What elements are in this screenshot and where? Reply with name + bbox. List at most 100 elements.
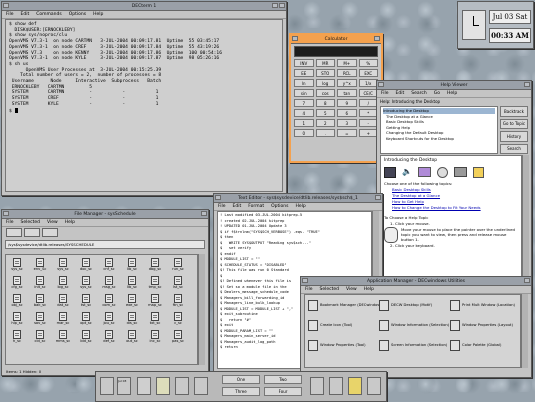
app-item[interactable]: Screen Information (Selection) xyxy=(379,339,447,351)
calculator-key[interactable]: % xyxy=(358,59,378,67)
application-manager-window[interactable]: Application Manager - DECwindows Utiliti… xyxy=(300,276,532,378)
menu-selected[interactable]: Selected xyxy=(320,287,340,292)
file-item[interactable]: c_sc xyxy=(170,312,186,327)
menu-help[interactable]: Help xyxy=(447,91,457,96)
menu-edit[interactable]: Edit xyxy=(396,91,405,96)
app-manager-titlebar[interactable]: Application Manager - DECwindows Utiliti… xyxy=(301,277,531,286)
topic-tree[interactable]: Introducing the Desktop The Desktop at a… xyxy=(380,106,498,154)
folder-icon[interactable] xyxy=(24,228,40,237)
calculator-key[interactable]: 5 xyxy=(315,109,335,117)
panel-help-icon[interactable] xyxy=(348,377,362,395)
calculator-titlebar[interactable]: Calculator xyxy=(291,35,381,44)
panel-palette-icon[interactable] xyxy=(156,377,170,395)
file-item[interactable]: cld_sc xyxy=(32,330,48,345)
menu-edit[interactable]: Edit xyxy=(21,12,30,17)
minimize-button[interactable] xyxy=(374,36,380,41)
menu-commands[interactable]: Commands xyxy=(36,12,61,17)
panel-trash-icon[interactable] xyxy=(367,377,381,395)
app-grid-scrollbar[interactable] xyxy=(521,294,528,368)
calculator-key[interactable]: y^x xyxy=(337,79,357,87)
menu-help[interactable]: Help xyxy=(65,220,75,225)
menu-search[interactable]: Search xyxy=(411,91,426,96)
file-item[interactable]: cnf_sc xyxy=(101,258,117,273)
calculator-key[interactable]: RCL xyxy=(337,69,357,77)
panel-app-manager-icon[interactable] xyxy=(329,377,343,395)
calculator-key[interactable]: 6 xyxy=(337,109,357,117)
calculator-key[interactable]: 3 xyxy=(337,119,357,127)
calculator-key[interactable]: . xyxy=(315,129,335,137)
menu-format[interactable]: Format xyxy=(248,204,264,209)
file-item[interactable]: bak_sc xyxy=(32,294,48,309)
window-menu-button[interactable] xyxy=(302,278,308,283)
calculator-window[interactable]: Calculator INV MR M+% EE STO RCL EXC ln log y^x 1/… xyxy=(289,33,383,163)
calculator-key[interactable]: 7 xyxy=(294,99,314,107)
file-item[interactable]: sys_sc xyxy=(78,276,94,291)
backtrack-button[interactable]: Backtrack xyxy=(500,106,528,117)
calculator-key[interactable]: = xyxy=(337,129,357,137)
file-item[interactable]: doc_sc xyxy=(78,258,94,273)
app-item[interactable]: Bookmark Manager (DECwindows) xyxy=(308,299,384,311)
folder-icon[interactable] xyxy=(42,228,58,237)
file-item[interactable]: tmp_sc xyxy=(147,276,163,291)
menu-help[interactable]: Help xyxy=(93,12,103,17)
file-item[interactable]: sys_sc xyxy=(9,258,25,273)
menu-help[interactable]: Help xyxy=(364,287,374,292)
file-item[interactable]: jou_sc xyxy=(101,312,117,327)
maximize-button[interactable] xyxy=(279,3,285,8)
file-item[interactable]: opt_sc xyxy=(78,312,94,327)
file-item[interactable]: mar_sc xyxy=(55,312,71,327)
file-manager-titlebar[interactable]: File Manager - sysSchedule xyxy=(2,210,208,219)
go-to-topic-button[interactable]: Go to Topic xyxy=(500,118,528,129)
file-item[interactable]: lib_sc xyxy=(124,258,140,273)
file-item[interactable]: init_sc xyxy=(32,276,48,291)
file-item[interactable]: map_sc xyxy=(147,294,163,309)
file-item[interactable]: inc_sc xyxy=(147,330,163,345)
calculator-key[interactable]: EXC xyxy=(358,69,378,77)
file-item[interactable]: tst_sc xyxy=(78,294,94,309)
file-item[interactable]: cfg_sc xyxy=(9,276,25,291)
panel-calendar-icon[interactable]: Jul 03 xyxy=(117,377,131,395)
calculator-key[interactable]: STO xyxy=(315,69,335,77)
calculator-key[interactable]: 1 xyxy=(294,119,314,127)
menu-edit[interactable]: Edit xyxy=(233,204,242,209)
file-item[interactable]: log_sc xyxy=(55,276,71,291)
calculator-key[interactable]: sin xyxy=(294,89,314,97)
window-menu-button[interactable] xyxy=(3,211,9,216)
app-item[interactable]: Create Icon (Tool) xyxy=(308,319,376,331)
menu-view[interactable]: View xyxy=(346,287,357,292)
calculator-key[interactable]: cos xyxy=(315,89,335,97)
file-item[interactable]: dbg_sc xyxy=(147,258,163,273)
calculator-key[interactable]: MR xyxy=(315,59,335,67)
calculator-key[interactable]: 4 xyxy=(294,109,314,117)
file-item[interactable]: run_sc xyxy=(170,258,186,273)
search-button[interactable]: Search xyxy=(500,143,528,154)
panel-text-editor-icon[interactable] xyxy=(310,377,324,395)
file-item[interactable]: obj_sc xyxy=(9,294,25,309)
window-menu-button[interactable] xyxy=(378,82,384,87)
help-titlebar[interactable]: Help Viewer xyxy=(377,81,531,90)
maximize-button[interactable] xyxy=(375,195,381,200)
workspace-four-button[interactable]: Four xyxy=(264,387,302,396)
terminal-output[interactable]: $ show def DISK$USER:[ERNOCKLEBY] $ show … xyxy=(5,19,283,192)
file-item[interactable]: h_sc xyxy=(9,330,25,345)
calculator-key[interactable]: M+ xyxy=(337,59,357,67)
menu-file[interactable]: File xyxy=(218,204,226,209)
menu-options[interactable]: Options xyxy=(69,12,86,17)
help-viewer-window[interactable]: Help Viewer File Edit Search Go Help Hel… xyxy=(376,80,532,298)
calculator-key[interactable]: ln xyxy=(294,79,314,87)
file-item[interactable]: hlp_sc xyxy=(9,312,25,327)
calculator-key[interactable]: 0 xyxy=(294,129,314,137)
panel-printer-icon[interactable] xyxy=(194,377,208,395)
calculator-key[interactable]: INV xyxy=(294,59,314,67)
panel-mail-icon[interactable] xyxy=(175,377,189,395)
file-item[interactable]: msg_sc xyxy=(101,276,117,291)
file-item[interactable]: com_sc xyxy=(101,294,117,309)
file-item[interactable]: pas_sc xyxy=(170,330,186,345)
menu-file[interactable]: File xyxy=(381,91,389,96)
file-item[interactable]: ftn_sc xyxy=(170,294,186,309)
help-link[interactable]: How to Change the Desktop to Fit Your Ne… xyxy=(392,205,518,211)
workspace-three-button[interactable]: Three xyxy=(222,387,260,396)
calculator-key[interactable]: EE xyxy=(294,69,314,77)
app-item[interactable]: Print Mult Window (Location) xyxy=(450,299,518,311)
menu-file[interactable]: File xyxy=(6,220,14,225)
